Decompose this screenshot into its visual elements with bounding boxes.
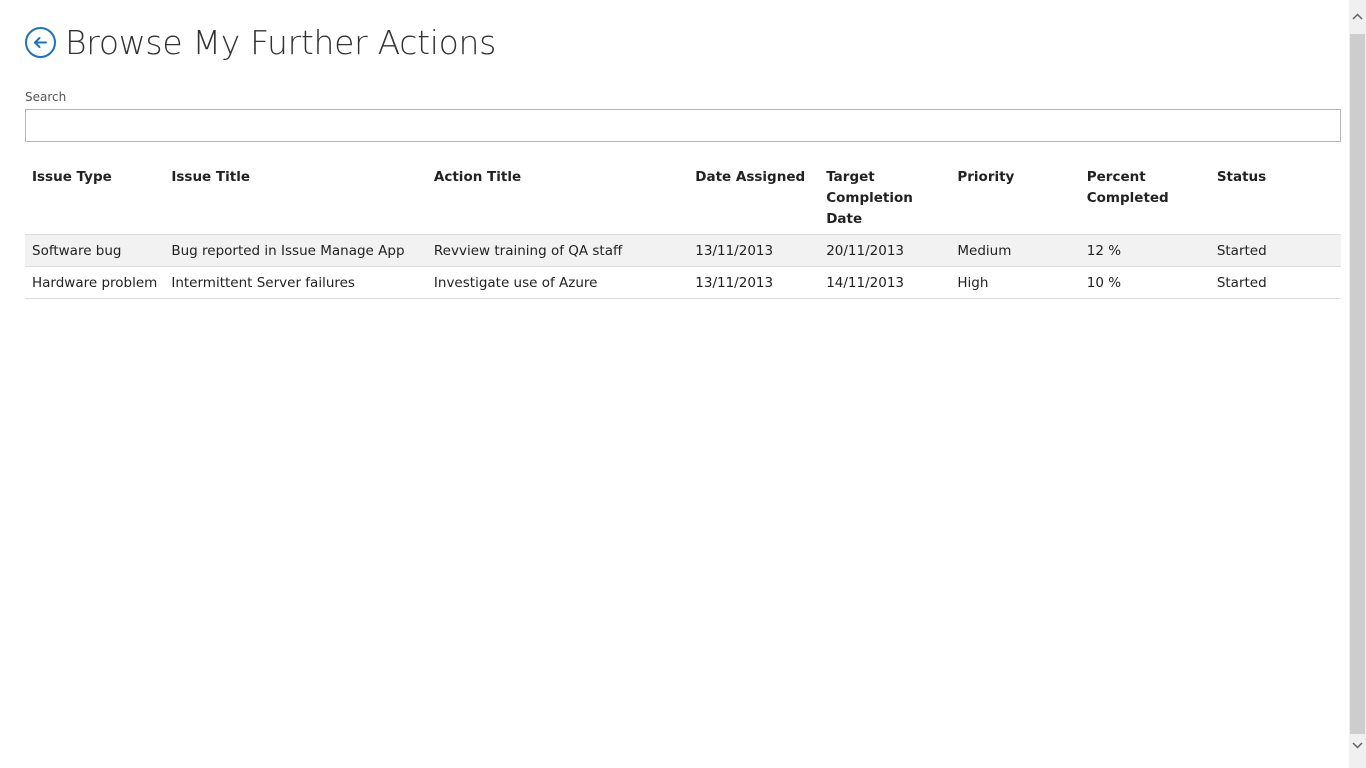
cell-percent-completed: 10 %	[1086, 274, 1122, 291]
back-button[interactable]	[25, 26, 56, 58]
table-row[interactable]: Software bug Bug reported in Issue Manag…	[25, 234, 1341, 267]
chevron-up-icon	[1352, 13, 1363, 20]
column-header-issue-type[interactable]: Issue Type	[25, 164, 164, 235]
page: Browse My Further Actions Search Issue T…	[0, 0, 1349, 768]
vertical-scrollbar[interactable]	[1349, 0, 1366, 768]
cell-percent-completed: 12 %	[1086, 242, 1122, 259]
cell-action-title: Investigate use of Azure	[433, 274, 598, 291]
cell-target-completion-date: 20/11/2013	[826, 242, 905, 259]
column-header-percent-completed[interactable]: Percent Completed	[1080, 164, 1210, 235]
cell-issue-type: Software bug	[32, 242, 122, 259]
column-header-target-completion-date[interactable]: Target Completion Date	[819, 164, 950, 235]
chevron-down-icon	[1352, 742, 1363, 749]
cell-date-assigned: 13/11/2013	[695, 274, 774, 291]
cell-action-title: Revview training of QA staff	[433, 242, 623, 259]
page-title: Browse My Further Actions	[65, 22, 497, 62]
scrollbar-thumb[interactable]	[1350, 34, 1365, 734]
cell-priority: High	[957, 274, 989, 291]
search-label: Search	[25, 90, 67, 104]
scroll-down-button[interactable]	[1349, 737, 1366, 754]
column-header-date-assigned[interactable]: Date Assigned	[688, 164, 819, 235]
column-header-action-title[interactable]: Action Title	[427, 164, 688, 235]
table-row[interactable]: Hardware problem Intermittent Server fai…	[25, 266, 1341, 299]
cell-priority: Medium	[957, 242, 1012, 259]
cell-issue-title: Intermittent Server failures	[171, 274, 355, 291]
column-header-issue-title[interactable]: Issue Title	[164, 164, 427, 235]
search-input[interactable]	[25, 109, 1341, 142]
page-header: Browse My Further Actions	[25, 22, 496, 62]
back-arrow-icon	[34, 36, 47, 48]
cell-status: Started	[1216, 242, 1267, 259]
cell-date-assigned: 13/11/2013	[695, 242, 774, 259]
cell-status: Started	[1216, 274, 1267, 291]
actions-table: Issue Type Issue Title Action Title Date…	[25, 164, 1341, 299]
column-header-status[interactable]: Status	[1210, 164, 1341, 235]
column-header-priority[interactable]: Priority	[950, 164, 1079, 235]
scroll-up-button[interactable]	[1349, 8, 1366, 25]
cell-target-completion-date: 14/11/2013	[826, 274, 905, 291]
cell-issue-type: Hardware problem	[32, 274, 158, 291]
table-header-row: Issue Type Issue Title Action Title Date…	[25, 164, 1341, 235]
cell-issue-title: Bug reported in Issue Manage App	[171, 242, 405, 259]
